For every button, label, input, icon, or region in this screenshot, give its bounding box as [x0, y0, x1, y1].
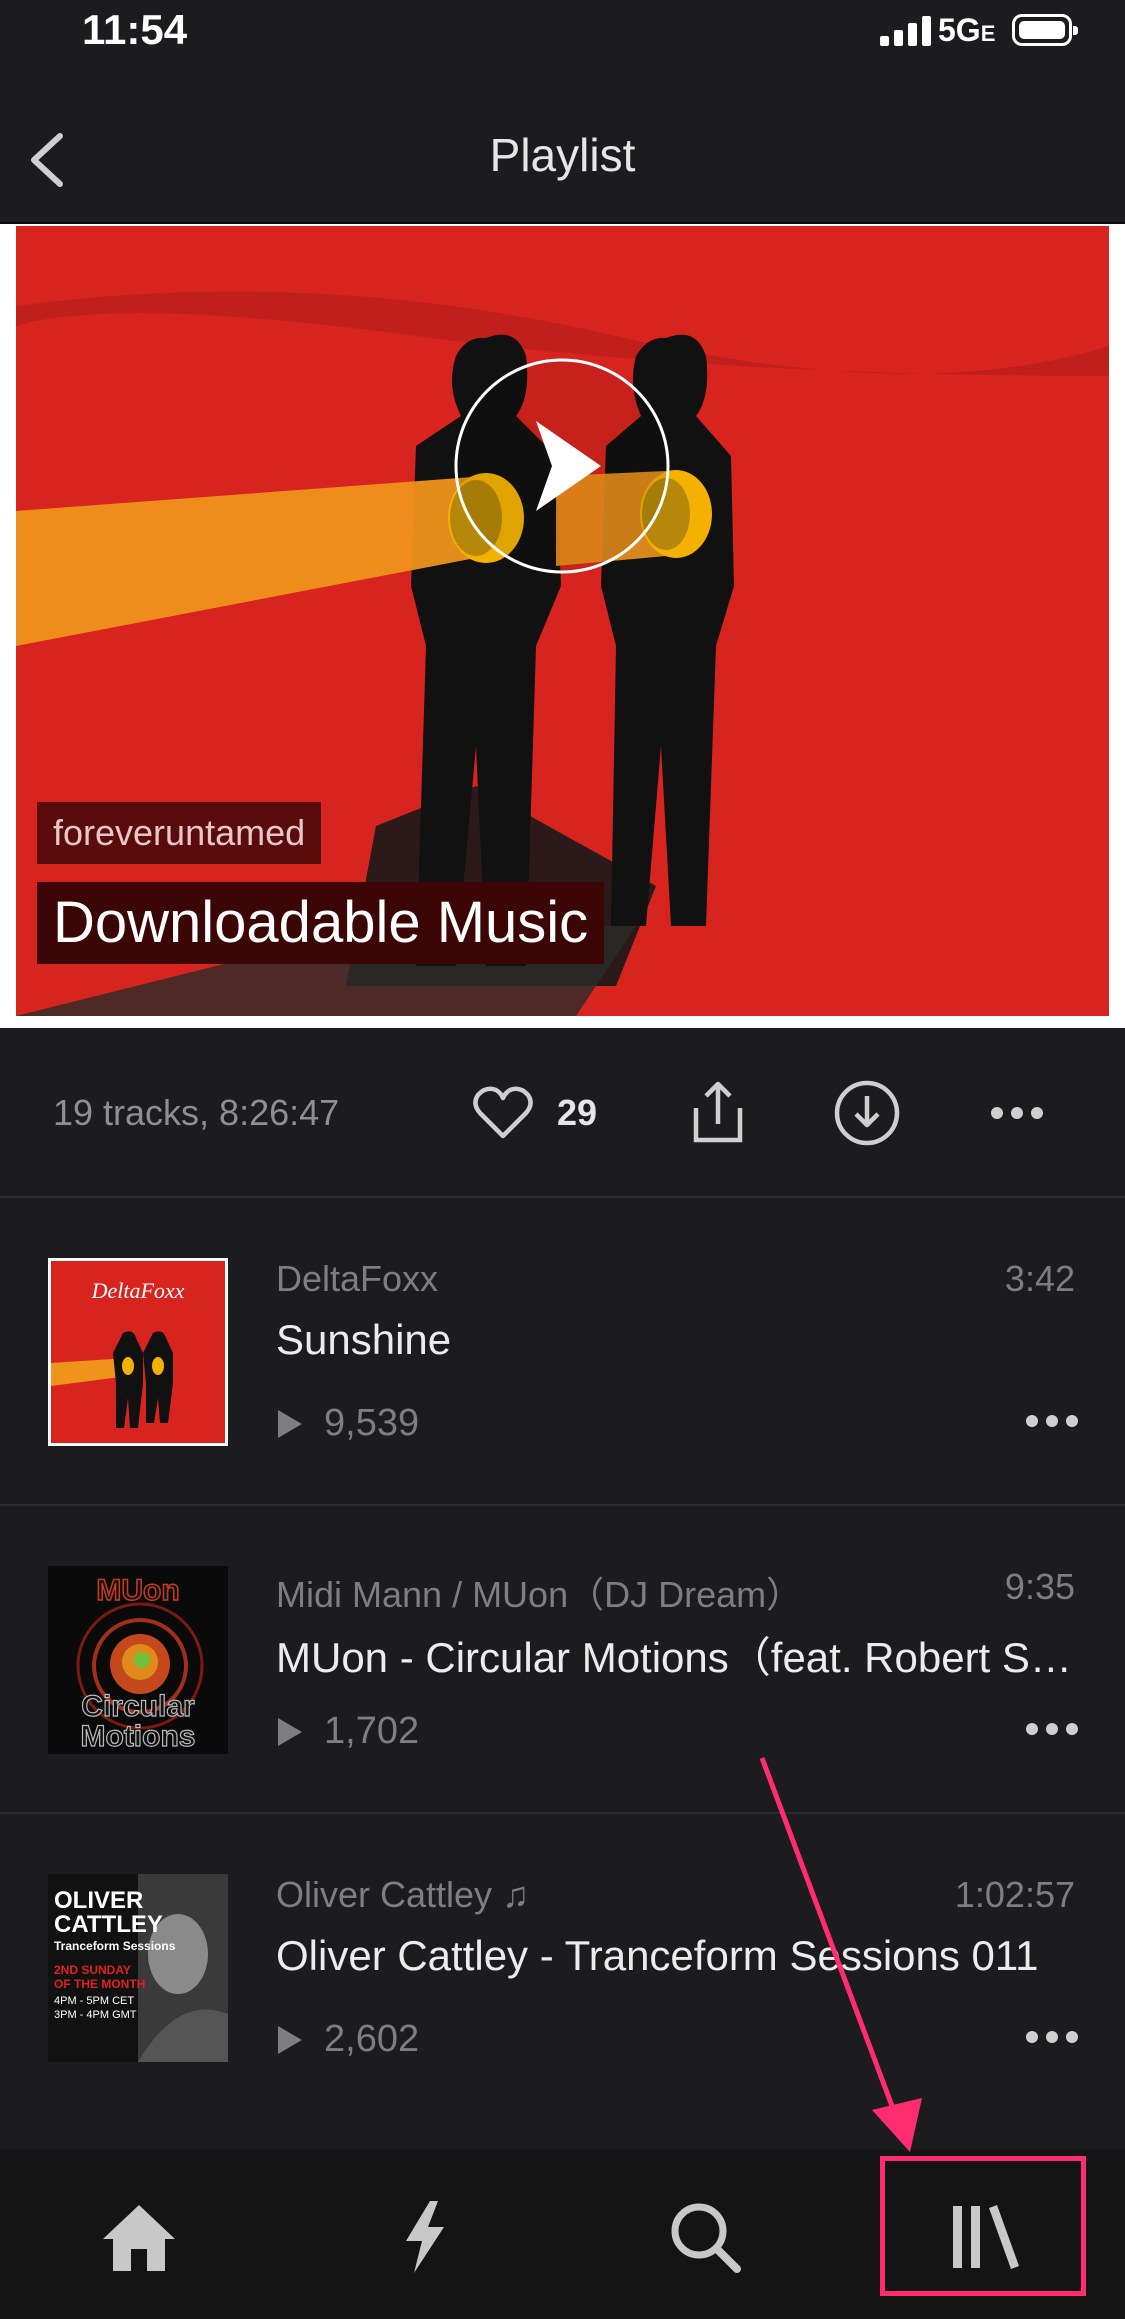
track-artwork-label: 3PM - 4PM GMT: [54, 2009, 137, 2021]
signal-icon: [880, 16, 931, 46]
track-artwork: OLIVER CATTLEY Tranceform Sessions 2ND S…: [48, 1874, 228, 2062]
track-title: Sunshine: [276, 1316, 452, 1363]
track-artwork: DeltaFoxx: [48, 1258, 228, 1446]
track-title: Oliver Cattley - Tranceform Sessions 011: [276, 1932, 1039, 1979]
track-play-count: 2,602: [276, 2018, 419, 2061]
track-duration: 1:02:57: [954, 1874, 1075, 1915]
track-more-icon[interactable]: [1025, 2030, 1079, 2044]
play-count-icon: [278, 1409, 302, 1438]
page-title: Playlist: [489, 129, 636, 181]
track-artwork-label: Motions: [81, 1720, 196, 1753]
track-artist: Midi Mann / MUon（DJ Dream）: [276, 1574, 803, 1615]
track-artwork-label: MUon: [96, 1574, 179, 1607]
like-count: 29: [557, 1092, 598, 1133]
search-icon: [671, 2203, 741, 2273]
track-artwork-label: Circular: [81, 1690, 195, 1723]
play-count-icon: [278, 2025, 302, 2054]
library-tab-highlight: [880, 2156, 1086, 2296]
play-count-icon: [278, 1717, 302, 1746]
track-artwork-label: DeltaFoxx: [91, 1278, 185, 1303]
playlist-stats-bar: 19 tracks, 8:26:47 29: [0, 1028, 1125, 1198]
tab-search[interactable]: [650, 2182, 760, 2292]
download-icon[interactable]: [832, 1078, 902, 1148]
track-plays-value: 2,602: [324, 2018, 420, 2060]
battery-icon: [1012, 14, 1078, 46]
network-indicator: 5GE: [938, 12, 996, 48]
track-artwork-label: Tranceform Sessions: [54, 1939, 176, 1953]
playlist-hero: foreveruntamed Downloadable Music: [0, 224, 1125, 1028]
track-play-count: 1,702: [276, 1710, 419, 1753]
track-row[interactable]: DeltaFoxx DeltaFoxx 3:42 Sunshine 9,539: [0, 1198, 1125, 1506]
track-more-icon[interactable]: [1025, 1414, 1079, 1428]
more-options-icon[interactable]: [990, 1106, 1044, 1120]
track-artwork-label: 4PM - 5PM CET: [54, 1995, 134, 2007]
tab-home[interactable]: [84, 2182, 194, 2292]
track-row[interactable]: MUon Circular Motions Midi Mann / MUon（D…: [0, 1506, 1125, 1814]
track-plays-value: 1,702: [324, 1710, 420, 1752]
track-row[interactable]: OLIVER CATTLEY Tranceform Sessions 2ND S…: [0, 1814, 1125, 2150]
track-title: MUon - Circular Motions（feat. Robert Sto…: [276, 1634, 1076, 1681]
track-more-icon[interactable]: [1025, 1722, 1079, 1736]
track-duration: 9:35: [1004, 1566, 1075, 1607]
track-artwork-label: OF THE MONTH: [54, 1977, 145, 1991]
track-artwork: MUon Circular Motions: [48, 1566, 228, 1754]
status-time: 11:54: [82, 6, 188, 53]
playlist-artist-tag[interactable]: foreveruntamed: [37, 802, 322, 864]
track-duration: 3:42: [1004, 1258, 1075, 1299]
music-note-icon: ♫: [502, 1874, 530, 1915]
track-play-count: 9,539: [276, 1402, 419, 1445]
track-plays-value: 9,539: [324, 1402, 420, 1444]
track-count-duration: 19 tracks, 8:26:47: [53, 1092, 340, 1133]
share-icon[interactable]: [688, 1078, 748, 1146]
track-artwork-label: OLIVER: [54, 1887, 143, 1914]
track-artist: Oliver Cattley ♫: [276, 1874, 530, 1915]
track-artwork-label: CATTLEY: [54, 1911, 163, 1938]
heart-icon[interactable]: [472, 1084, 534, 1142]
lightning-icon: [406, 2201, 444, 2273]
home-icon: [103, 2205, 175, 2271]
nav-bar: Playlist: [0, 72, 1125, 224]
tab-stream[interactable]: [370, 2182, 480, 2292]
playlist-title: Downloadable Music: [37, 882, 605, 964]
track-artwork-label: 2ND SUNDAY: [54, 1963, 131, 1977]
track-artist: DeltaFoxx: [276, 1258, 439, 1299]
status-bar: 11:54 5GE: [0, 0, 1125, 72]
